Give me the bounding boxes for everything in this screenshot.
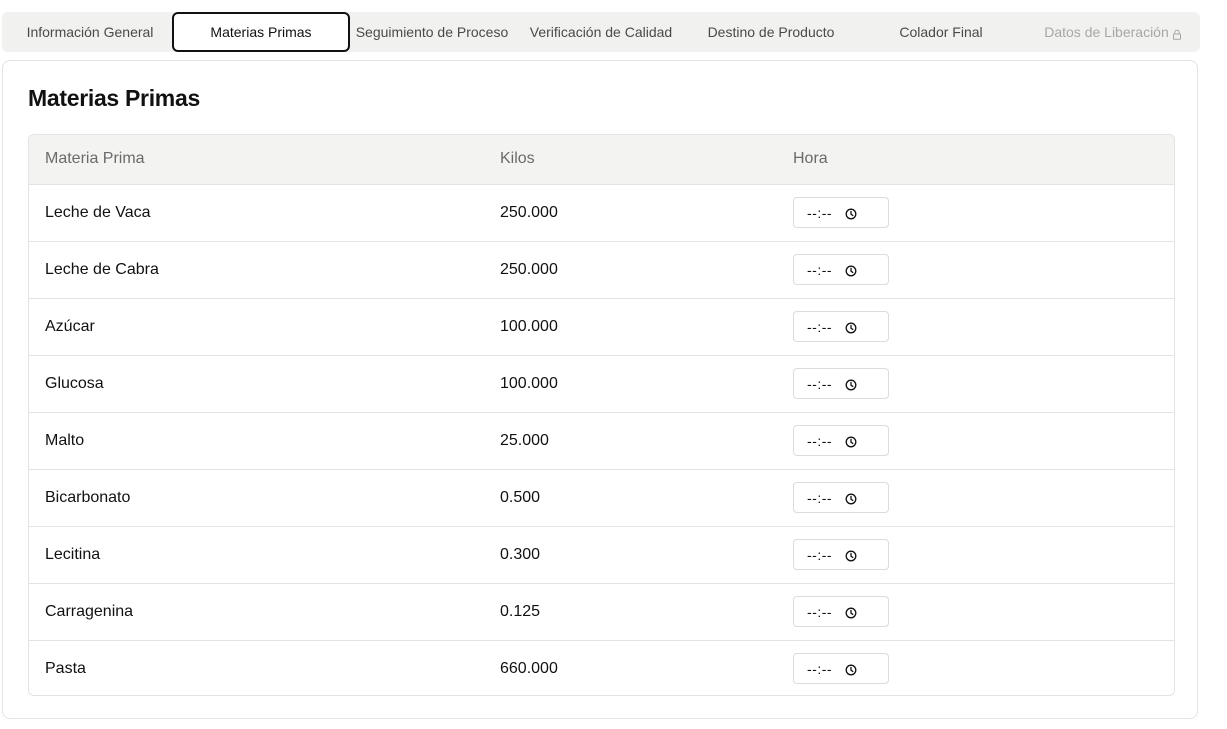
- clock-icon[interactable]: [845, 321, 857, 333]
- cell-kilos: 250.000: [484, 240, 777, 298]
- cell-materia-prima: Leche de Cabra: [29, 240, 484, 298]
- cell-materia-prima: Azúcar: [29, 297, 484, 355]
- table-header-row: Materia Prima Kilos Hora: [29, 135, 1174, 185]
- cell-materia-prima: Carragenina: [29, 582, 484, 640]
- cell-kilos: 100.000: [484, 354, 777, 412]
- hora-time-input[interactable]: --:--: [793, 197, 889, 228]
- hora-time-input[interactable]: --:--: [793, 539, 889, 570]
- cell-kilos: 0.500: [484, 468, 777, 526]
- table-row: Bicarbonato 0.500 --:--: [29, 468, 1174, 526]
- table-row: Leche de Vaca 250.000 --:--: [29, 184, 1174, 241]
- header-hora: Hora: [777, 135, 1174, 185]
- table-row: Leche de Cabra 250.000 --:--: [29, 240, 1174, 298]
- header-kilos: Kilos: [484, 135, 777, 185]
- table-row: Lecitina 0.300 --:--: [29, 525, 1174, 583]
- table-row: Malto 25.000 --:--: [29, 411, 1174, 469]
- materias-primas-card: Materias Primas Materia Prima Kilos Hora…: [2, 60, 1198, 719]
- tab-colador-final[interactable]: Colador Final: [856, 12, 1026, 52]
- cell-hora: --:--: [777, 468, 1174, 526]
- cell-kilos: 0.125: [484, 582, 777, 640]
- cell-hora: --:--: [777, 411, 1174, 469]
- clock-icon[interactable]: [845, 435, 857, 447]
- tab-label: Información General: [26, 24, 154, 40]
- cell-hora: --:--: [777, 354, 1174, 412]
- time-placeholder: --:--: [807, 375, 833, 392]
- cell-hora: --:--: [777, 184, 1174, 241]
- cell-materia-prima: Bicarbonato: [29, 468, 484, 526]
- cell-kilos: 100.000: [484, 297, 777, 355]
- tab-label: Materias Primas: [210, 24, 312, 40]
- cell-hora: --:--: [777, 639, 1174, 695]
- time-placeholder: --:--: [807, 660, 833, 677]
- hora-time-input[interactable]: --:--: [793, 596, 889, 627]
- time-placeholder: --:--: [807, 261, 833, 278]
- time-placeholder: --:--: [807, 432, 833, 449]
- table-row: Glucosa 100.000 --:--: [29, 354, 1174, 412]
- cell-kilos: 25.000: [484, 411, 777, 469]
- cell-materia-prima: Leche de Vaca: [45, 203, 151, 221]
- time-placeholder: --:--: [807, 603, 833, 620]
- cell-hora: --:--: [777, 582, 1174, 640]
- tab-label: Datos de Liberación: [1044, 24, 1169, 40]
- section-title: Materias Primas: [28, 85, 200, 111]
- tab-seguimiento-de-proceso[interactable]: Seguimiento de Proceso: [350, 12, 514, 52]
- cell-materia-prima: Pasta: [29, 639, 484, 695]
- cell-materia-prima: Malto: [29, 411, 484, 469]
- table-row: Carragenina 0.125 --:--: [29, 582, 1174, 640]
- tab-label: Destino de Producto: [707, 24, 835, 40]
- tab-datos-de-liberacion: Datos de Liberación: [1026, 12, 1200, 52]
- lock-icon: [1172, 27, 1182, 40]
- header-materia-prima: Materia Prima: [29, 135, 484, 185]
- tab-destino-de-producto[interactable]: Destino de Producto: [686, 12, 856, 52]
- cell-hora: --:--: [777, 297, 1174, 355]
- time-placeholder: --:--: [807, 204, 833, 221]
- tab-label: Colador Final: [899, 24, 983, 40]
- hora-time-input[interactable]: --:--: [793, 482, 889, 513]
- clock-icon[interactable]: [845, 378, 857, 390]
- cell-kilos: 0.300: [484, 525, 777, 583]
- table-row: Pasta 660.000 --:--: [29, 639, 1174, 695]
- time-placeholder: --:--: [807, 489, 833, 506]
- cell-hora: --:--: [777, 525, 1174, 583]
- hora-time-input[interactable]: --:--: [793, 425, 889, 456]
- tab-informacion-general[interactable]: Información General: [2, 12, 178, 52]
- time-placeholder: --:--: [807, 318, 833, 335]
- cell-kilos: 250.000: [500, 203, 558, 221]
- clock-icon[interactable]: [845, 663, 857, 676]
- tab-materias-primas[interactable]: Materias Primas: [172, 12, 350, 52]
- hora-time-input[interactable]: --:--: [793, 368, 889, 399]
- time-placeholder: --:--: [807, 546, 833, 563]
- tab-label: Verificación de Calidad: [529, 24, 673, 40]
- cell-kilos: 660.000: [484, 639, 777, 695]
- tab-verificacion-de-calidad[interactable]: Verificación de Calidad: [516, 12, 686, 52]
- cell-materia-prima: Lecitina: [29, 525, 484, 583]
- hora-time-input[interactable]: --:--: [793, 254, 889, 285]
- clock-icon[interactable]: [845, 606, 857, 618]
- cell-materia-prima: Glucosa: [29, 354, 484, 412]
- cell-hora: --:--: [777, 240, 1174, 298]
- tab-bar: Información General Materias Primas Segu…: [2, 12, 1200, 52]
- hora-time-input[interactable]: --:--: [793, 653, 889, 685]
- table-row: Azúcar 100.000 --:--: [29, 297, 1174, 355]
- clock-icon[interactable]: [845, 549, 857, 561]
- clock-icon[interactable]: [845, 492, 857, 504]
- clock-icon[interactable]: [845, 264, 857, 276]
- clock-icon[interactable]: [845, 207, 857, 219]
- materias-primas-table: Materia Prima Kilos Hora Leche de Vaca 25…: [28, 134, 1175, 696]
- hora-time-input[interactable]: --:--: [793, 311, 889, 342]
- tab-label: Seguimiento de Proceso: [355, 24, 509, 40]
